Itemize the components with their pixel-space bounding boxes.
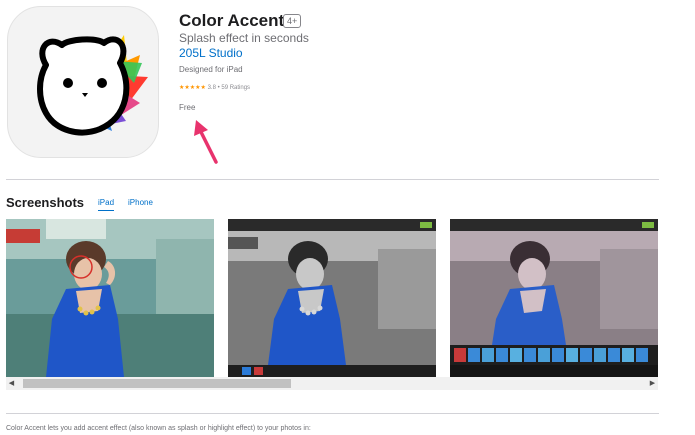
bear-face-rainbow-splash-icon [37, 35, 148, 136]
tab-iphone[interactable]: iPhone [128, 198, 153, 210]
rating-text: 3.8 • 59 Ratings [207, 85, 251, 91]
app-title: Color Accent [179, 11, 285, 30]
rating-summary: ★★★★★ 3.8 • 59 Ratings [179, 84, 250, 91]
app-description: Color Accent lets you add accent effect … [6, 425, 311, 432]
screenshots-heading: Screenshots [6, 195, 85, 210]
scroll-right-icon[interactable]: ▶ [647, 377, 658, 390]
section-divider [6, 179, 659, 180]
scroll-left-icon[interactable]: ◀ [6, 377, 17, 390]
description-divider [6, 413, 659, 414]
screenshots-scrollbar[interactable]: ◀ ▶ [6, 377, 658, 390]
designed-for-label: Designed for iPad [179, 65, 243, 74]
screenshot-color-original[interactable] [6, 219, 214, 377]
developer-link[interactable]: 205L Studio [179, 46, 243, 60]
screenshot-filter-strip[interactable] [450, 219, 658, 377]
price-label: Free [179, 103, 196, 112]
star-rating-icon: ★★★★★ [179, 85, 206, 91]
age-rating-badge: 4+ [283, 14, 302, 28]
tab-ipad[interactable]: iPad [98, 198, 115, 211]
scrollbar-thumb[interactable] [23, 379, 291, 388]
screenshot-grayscale-edit[interactable] [228, 219, 436, 377]
app-icon [7, 6, 159, 158]
app-subtitle: Splash effect in seconds [179, 31, 309, 45]
pink-arrow-icon [194, 120, 218, 164]
